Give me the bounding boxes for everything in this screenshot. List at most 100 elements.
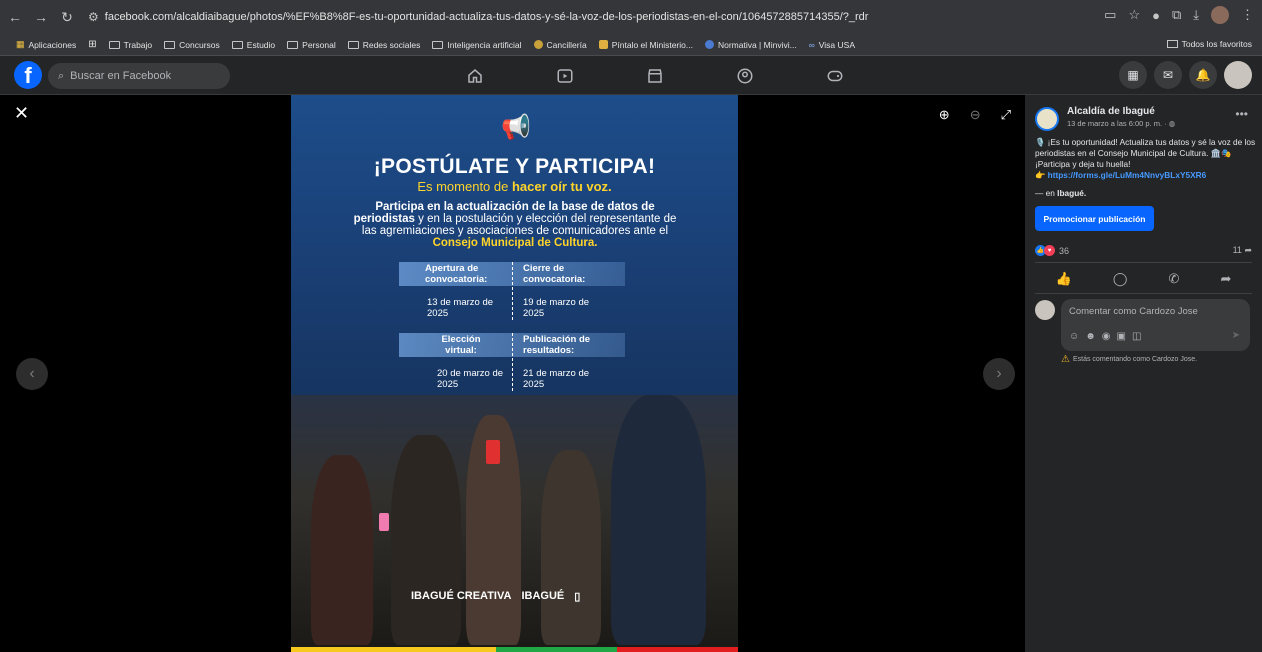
bookmark-redes-sociales[interactable]: Redes sociales xyxy=(347,40,420,50)
close-icon[interactable]: ✕ xyxy=(14,103,29,124)
page-name[interactable]: Alcaldía de Ibagué xyxy=(1067,106,1155,117)
bookmark-grid[interactable]: ⊞ xyxy=(88,39,96,50)
folder-icon xyxy=(287,40,299,49)
nav-home[interactable] xyxy=(430,64,520,88)
url-text: facebook.com/alcaldiaibague/photos/%EF%B… xyxy=(104,11,869,23)
megaphone-icon: 📢 xyxy=(501,114,531,141)
post-location: — en Ibagué. xyxy=(1035,188,1087,198)
folder-icon xyxy=(347,40,359,49)
minvivienda-favicon xyxy=(704,40,714,49)
flag-stripe xyxy=(291,647,738,652)
bookmark-personal[interactable]: Personal xyxy=(287,40,336,50)
nav-video[interactable] xyxy=(520,64,610,88)
menu-kebab-icon[interactable]: ⋮ xyxy=(1241,7,1254,23)
apps-grid-icon: ▦ xyxy=(16,39,25,49)
zoom-out-icon[interactable]: ⊖ xyxy=(970,107,981,123)
menu-grid-icon[interactable]: ▦ xyxy=(1119,61,1147,89)
like-button[interactable]: 👍 xyxy=(1056,271,1072,287)
download-icon[interactable]: ⤓ xyxy=(1193,7,1199,23)
messenger-icon[interactable]: ✉ xyxy=(1154,61,1182,89)
extension-icon[interactable]: ● xyxy=(1152,8,1160,23)
send-icon[interactable]: ➤ xyxy=(1232,330,1240,341)
facebook-logo[interactable]: f xyxy=(14,61,42,89)
bookmark-estudio[interactable]: Estudio xyxy=(231,40,275,50)
location-link[interactable]: Ibagué. xyxy=(1057,188,1086,198)
page-avatar[interactable] xyxy=(1035,107,1059,131)
zoom-in-icon[interactable]: ⊕ xyxy=(939,107,950,123)
poster-body: Participa en la actualización de la base… xyxy=(353,201,677,249)
globe-icon: ◍ xyxy=(1168,119,1176,128)
bookmark-cancilleria[interactable]: Cancillería xyxy=(533,40,587,50)
ibague-creativa-logo: IBAGUÉ CREATIVA xyxy=(411,590,512,602)
red-phone xyxy=(486,440,500,464)
next-photo-button[interactable]: › xyxy=(983,358,1015,390)
gif-icon[interactable]: ▣ xyxy=(1116,331,1125,342)
cierre-date: 19 de marzo de 2025 xyxy=(523,297,590,319)
bookmark-visa-usa[interactable]: ∞ Visa USA xyxy=(809,40,855,50)
reactions-summary[interactable]: 👍 ♥ 36 xyxy=(1035,245,1069,256)
photo-viewer: ✕ ‹ › ⊕ ⊖ ⤢ 📢 ¡POSTÚLATE Y PARTICIPA! Es… xyxy=(0,95,1025,652)
post-timestamp[interactable]: 13 de marzo a las 6:00 p. m. · ◍ xyxy=(1067,119,1175,128)
comment-box[interactable]: ☺ ☻ ◉ ▣ ◫ ➤ xyxy=(1061,299,1250,351)
alcaldia-ibague-logo: IBAGUÉ xyxy=(521,590,565,602)
post-link[interactable]: https://forms.gle/LuMm4NnvyBLxY5XR6 xyxy=(1048,170,1207,180)
bookmark-apps[interactable]: ▦ Aplicaciones xyxy=(16,39,76,50)
bookmark-normativa[interactable]: Normativa | Minvivi... xyxy=(704,40,797,50)
nav-marketplace[interactable] xyxy=(610,64,700,88)
folder-icon xyxy=(164,40,176,49)
person xyxy=(311,455,373,645)
previous-photo-button[interactable]: ‹ xyxy=(16,358,48,390)
gaming-icon xyxy=(827,70,843,82)
reaction-count: 36 xyxy=(1059,245,1070,256)
folder-icon xyxy=(432,40,444,49)
bookmark-trabajo[interactable]: Trabajo xyxy=(108,40,152,50)
link-icon: ∞ xyxy=(808,39,815,50)
cast-icon[interactable]: ▭ xyxy=(1104,7,1116,23)
reload-icon[interactable]: ↻ xyxy=(56,6,78,28)
bookmark-inteligencia-artificial[interactable]: Inteligencia artificial xyxy=(432,40,522,50)
groups-icon xyxy=(737,68,753,84)
share-arrow-icon: ➦ xyxy=(1244,245,1252,255)
folder-icon xyxy=(108,40,120,49)
folder-icon xyxy=(1166,40,1178,48)
account-avatar[interactable] xyxy=(1224,61,1252,89)
whatsapp-icon[interactable]: ✆ xyxy=(1169,271,1180,287)
nav-groups[interactable] xyxy=(700,64,790,88)
sticker-icon[interactable]: ◫ xyxy=(1132,331,1141,342)
search-icon: ⌕ xyxy=(58,69,65,82)
notifications-bell-icon[interactable]: 🔔 xyxy=(1189,61,1217,89)
shares-summary[interactable]: 11 ➦ xyxy=(1233,245,1252,256)
profile-avatar[interactable] xyxy=(1211,6,1229,24)
site-settings-icon[interactable]: ⚙ xyxy=(88,10,99,24)
poster-title: ¡POSTÚLATE Y PARTICIPA! xyxy=(373,155,656,178)
person xyxy=(611,395,706,645)
forward-icon[interactable]: → xyxy=(30,6,52,28)
share-icon[interactable]: ➦ xyxy=(1221,271,1232,287)
nav-gaming[interactable] xyxy=(790,64,880,88)
marketplace-icon xyxy=(648,69,662,83)
sponsor-logos: IBAGUÉ CREATIVA IBAGUÉ ▯ xyxy=(411,590,580,603)
search-input[interactable] xyxy=(70,70,211,82)
all-bookmarks[interactable]: Todos los favoritos xyxy=(1166,39,1252,49)
camera-icon[interactable]: ◉ xyxy=(1102,331,1111,342)
person xyxy=(391,435,461,645)
bookmark-concursos[interactable]: Concursos xyxy=(164,40,220,50)
fullscreen-icon[interactable]: ⤢ xyxy=(1001,107,1011,123)
video-icon xyxy=(557,69,573,83)
promote-button[interactable]: Promocionar publicación xyxy=(1035,206,1154,231)
facebook-search[interactable]: ⌕ xyxy=(48,63,230,89)
pink-phone xyxy=(379,513,389,531)
grid-icon: ⊞ xyxy=(88,39,97,50)
extensions-puzzle-icon[interactable]: ⧉ xyxy=(1172,7,1181,23)
back-icon[interactable]: ← xyxy=(4,6,26,28)
apertura-label: Apertura de convocatoria: xyxy=(425,263,488,285)
post-sidebar: Alcaldía de Ibagué 13 de marzo a las 6:0… xyxy=(1025,95,1262,652)
comment-input[interactable] xyxy=(1069,306,1239,317)
emoji-icon[interactable]: ☻ xyxy=(1085,331,1096,342)
comment-icon[interactable]: ◯ xyxy=(1113,271,1128,287)
bookmark-pintalo[interactable]: Píntalo el Ministerio... xyxy=(598,40,693,50)
more-options-icon[interactable]: ••• xyxy=(1235,107,1248,121)
bookmark-star-icon[interactable]: ☆ xyxy=(1128,7,1140,23)
address-bar[interactable]: ⚙ facebook.com/alcaldiaibague/photos/%EF… xyxy=(88,6,868,28)
avatar-sticker-icon[interactable]: ☺ xyxy=(1069,331,1079,342)
